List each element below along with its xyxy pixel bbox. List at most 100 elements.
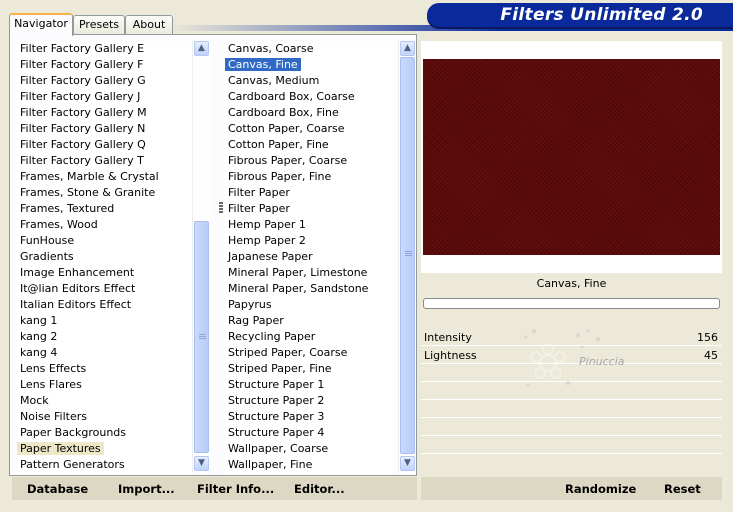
list-item[interactable]: Lens Flares: [16, 377, 192, 393]
list-item-label: Mock: [20, 394, 49, 407]
list-item[interactable]: Wallpaper, Coarse: [224, 441, 398, 457]
param-label: Intensity: [424, 331, 472, 344]
category-scrollbar[interactable]: ▲ ▼: [192, 41, 210, 473]
list-item[interactable]: Mineral Paper, Limestone: [224, 265, 398, 281]
list-item[interactable]: Frames, Stone & Granite: [16, 185, 192, 201]
list-item[interactable]: Recycling Paper: [224, 329, 398, 345]
list-item-label: Filter Factory Gallery F: [20, 58, 144, 71]
list-item[interactable]: Striped Paper, Coarse: [224, 345, 398, 361]
list-item[interactable]: Filter Factory Gallery G: [16, 73, 192, 89]
category-scroll-thumb[interactable]: [194, 221, 209, 453]
list-item[interactable]: Filter Factory Gallery E: [16, 41, 192, 57]
list-item[interactable]: Paper Backgrounds: [16, 425, 192, 441]
list-item[interactable]: It@lian Editors Effect: [16, 281, 192, 297]
list-item[interactable]: Hemp Paper 1: [224, 217, 398, 233]
list-item-label: Gradients: [20, 250, 74, 263]
list-item-label: Fibrous Paper, Fine: [228, 170, 332, 183]
list-item[interactable]: Filter Paper: [224, 201, 398, 217]
list-item-label: Mineral Paper, Limestone: [228, 266, 368, 279]
list-item[interactable]: Structure Paper 1: [224, 377, 398, 393]
list-item-label: Filter Factory Gallery Q: [20, 138, 146, 151]
category-list[interactable]: Filter Factory Gallery E Filter Factory G…: [16, 41, 192, 473]
list-item[interactable]: Frames, Marble & Crystal: [16, 169, 192, 185]
tab-navigator[interactable]: Navigator: [9, 13, 73, 36]
list-item[interactable]: Frames, Wood: [16, 217, 192, 233]
filter-list[interactable]: Canvas, Coarse Canvas, Fine Canvas, Medium…: [224, 41, 398, 473]
list-item-label: Filter Factory Gallery N: [20, 122, 146, 135]
list-item[interactable]: FunHouse: [16, 233, 192, 249]
list-item-label: Cardboard Box, Coarse: [228, 90, 355, 103]
list-item-label: Filter Factory Gallery E: [20, 42, 145, 55]
list-item[interactable]: Hemp Paper 2: [224, 233, 398, 249]
list-item[interactable]: Filter Factory Gallery J: [16, 89, 192, 105]
list-item[interactable]: Structure Paper 3: [224, 409, 398, 425]
list-item-label: Filter Factory Gallery T: [20, 154, 144, 167]
list-item[interactable]: Cotton Paper, Coarse: [224, 121, 398, 137]
list-item-label: Fibrous Paper, Coarse: [228, 154, 348, 167]
list-item[interactable]: Image Enhancement: [16, 265, 192, 281]
list-item[interactable]: Frames, Textured: [16, 201, 192, 217]
scroll-down-arrow-icon[interactable]: ▼: [194, 456, 209, 471]
list-item[interactable]: Rag Paper: [224, 313, 398, 329]
app-title: Filters Unlimited 2.0: [500, 5, 703, 25]
list-item-label: Canvas, Fine: [225, 58, 301, 71]
scroll-up-arrow-icon[interactable]: ▲: [194, 41, 209, 56]
selected-filter-name: Canvas, Fine: [536, 277, 607, 290]
list-item-label: Japanese Paper: [228, 250, 313, 263]
param-value: 156: [697, 331, 718, 344]
tab-presets[interactable]: Presets: [73, 15, 125, 34]
randomize-button[interactable]: Randomize: [565, 482, 636, 496]
list-item[interactable]: Canvas, Coarse: [224, 41, 398, 57]
scroll-up-arrow-icon[interactable]: ▲: [400, 41, 415, 56]
param-row-empty: [421, 437, 722, 454]
list-item[interactable]: Mineral Paper, Sandstone: [224, 281, 398, 297]
scroll-down-arrow-icon[interactable]: ▼: [400, 456, 415, 471]
import-button[interactable]: Import...: [118, 482, 175, 496]
list-item[interactable]: Japanese Paper: [224, 249, 398, 265]
list-item[interactable]: Canvas, Medium: [224, 73, 398, 89]
editor-button[interactable]: Editor...: [294, 482, 345, 496]
list-item[interactable]: Filter Paper: [224, 185, 398, 201]
list-item[interactable]: kang 2: [16, 329, 192, 345]
list-item[interactable]: Pattern Generators: [16, 457, 192, 473]
list-item[interactable]: Filter Factory Gallery N: [16, 121, 192, 137]
database-button[interactable]: Database: [27, 482, 88, 496]
list-item-label: Lens Flares: [20, 378, 82, 391]
list-item-label: It@lian Editors Effect: [20, 282, 136, 295]
drag-handle-icon[interactable]: [219, 202, 223, 214]
list-item[interactable]: Fibrous Paper, Coarse: [224, 153, 398, 169]
list-item[interactable]: Filter Factory Gallery Q: [16, 137, 192, 153]
list-item-label: Image Enhancement: [20, 266, 135, 279]
list-item[interactable]: Filter Factory Gallery M: [16, 105, 192, 121]
list-item[interactable]: Canvas, Fine: [224, 57, 398, 73]
list-item[interactable]: Cotton Paper, Fine: [224, 137, 398, 153]
list-item-label: Cotton Paper, Coarse: [228, 122, 345, 135]
list-item[interactable]: Lens Effects: [16, 361, 192, 377]
list-item-label: Pattern Generators: [20, 458, 125, 471]
list-item[interactable]: Striped Paper, Fine: [224, 361, 398, 377]
list-item[interactable]: Paper Textures: [16, 441, 192, 457]
list-item[interactable]: Filter Factory Gallery F: [16, 57, 192, 73]
list-item[interactable]: Structure Paper 2: [224, 393, 398, 409]
list-item[interactable]: Cardboard Box, Fine: [224, 105, 398, 121]
list-item[interactable]: Papyrus: [224, 297, 398, 313]
list-item-label: Canvas, Medium: [228, 74, 320, 87]
list-item[interactable]: Fibrous Paper, Fine: [224, 169, 398, 185]
list-item[interactable]: Structure Paper 4: [224, 425, 398, 441]
list-item-label: Wallpaper, Fine: [228, 458, 313, 471]
list-item[interactable]: Gradients: [16, 249, 192, 265]
list-item[interactable]: Noise Filters: [16, 409, 192, 425]
list-item[interactable]: Cardboard Box, Coarse: [224, 89, 398, 105]
list-item[interactable]: Mock: [16, 393, 192, 409]
list-item[interactable]: kang 4: [16, 345, 192, 361]
reset-button[interactable]: Reset: [664, 482, 701, 496]
list-item[interactable]: Wallpaper, Fine: [224, 457, 398, 473]
tab-about[interactable]: About: [125, 15, 173, 34]
list-item[interactable]: Filter Factory Gallery T: [16, 153, 192, 169]
filter-info-button[interactable]: Filter Info...: [197, 482, 274, 496]
progress-bar: [423, 298, 720, 309]
filter-scroll-thumb[interactable]: [400, 57, 415, 454]
filter-scrollbar[interactable]: ▲ ▼: [398, 41, 416, 473]
list-item[interactable]: kang 1: [16, 313, 192, 329]
list-item[interactable]: Italian Editors Effect: [16, 297, 192, 313]
